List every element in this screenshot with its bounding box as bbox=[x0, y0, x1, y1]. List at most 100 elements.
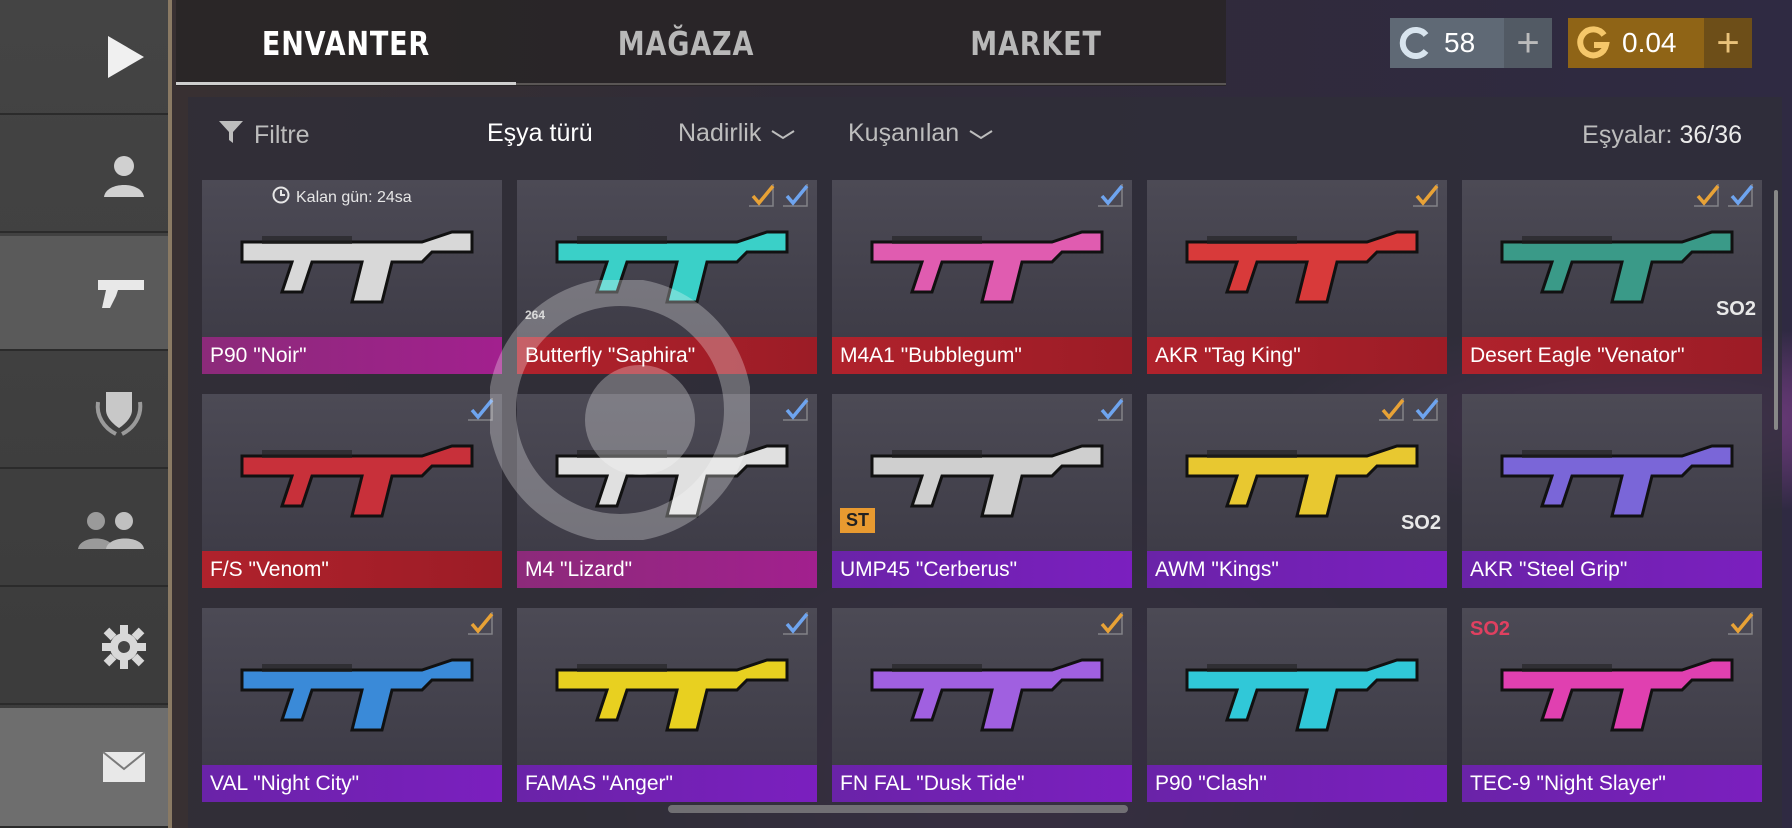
weapon-image bbox=[870, 444, 1104, 518]
item-card[interactable]: AKR "Tag King" bbox=[1147, 180, 1447, 374]
item-card[interactable]: M4A1 "Bubblegum" bbox=[832, 180, 1132, 374]
item-type-label: Eşya türü bbox=[487, 119, 593, 147]
item-badge: 264 bbox=[525, 308, 546, 322]
weapon-image bbox=[1500, 658, 1734, 732]
silver-coin-icon bbox=[1390, 18, 1440, 68]
weapon-image bbox=[870, 658, 1104, 732]
gold-coin-icon bbox=[1568, 18, 1618, 68]
weapon-image bbox=[1185, 230, 1419, 304]
item-name: P90 "Noir" bbox=[202, 337, 502, 374]
chevron-down-icon bbox=[771, 119, 795, 148]
gold-amount: 0.04 bbox=[1622, 27, 1677, 58]
item-card[interactable]: Kalan gün: 24sa P90 "Noir" bbox=[202, 180, 502, 374]
sidebar-item-settings[interactable] bbox=[0, 590, 168, 705]
item-badge: SO2 bbox=[1715, 298, 1756, 320]
friends-icon bbox=[76, 509, 146, 549]
gear-icon bbox=[102, 624, 146, 669]
item-name: Butterfly "Saphira" bbox=[517, 337, 817, 374]
sidebar-item-mail[interactable] bbox=[0, 708, 168, 828]
silver-amount: 58 bbox=[1444, 27, 1476, 58]
item-card[interactable]: SO2 TEC-9 "Night Slayer" bbox=[1462, 608, 1762, 802]
pistol-icon bbox=[96, 276, 146, 310]
item-card[interactable]: SO2 AWM "Kings" bbox=[1147, 394, 1447, 588]
item-card[interactable]: 264 Butterfly "Saphira" bbox=[517, 180, 817, 374]
rarity-dropdown[interactable]: Nadirlik bbox=[678, 119, 795, 148]
item-name: M4A1 "Bubblegum" bbox=[832, 337, 1132, 374]
top-tab-bar: ENVANTER MAĞAZA MARKET bbox=[176, 0, 1226, 86]
item-badge: SO2 bbox=[1400, 512, 1441, 534]
item-name: TEC-9 "Night Slayer" bbox=[1462, 765, 1762, 802]
equipped-check-blue-icon bbox=[1413, 398, 1439, 421]
user-icon bbox=[102, 153, 146, 197]
left-sidebar bbox=[0, 0, 172, 828]
item-card[interactable]: SO2 Desert Eagle "Venator" bbox=[1462, 180, 1762, 374]
shield-laurel-icon bbox=[92, 386, 146, 436]
weapon-image bbox=[1185, 658, 1419, 732]
expiry-timer-text: Kalan gün: 24sa bbox=[296, 188, 412, 206]
equipped-check-orange-icon bbox=[749, 184, 775, 207]
filter-label: Filtre bbox=[254, 121, 310, 149]
item-type-dropdown[interactable]: Eşya türü bbox=[487, 119, 593, 148]
item-card[interactable]: P90 "Clash" bbox=[1147, 608, 1447, 802]
sidebar-item-friends[interactable] bbox=[0, 472, 168, 587]
add-gold-button[interactable]: + bbox=[1704, 18, 1752, 68]
weapon-image bbox=[240, 658, 474, 732]
tab-inventory[interactable]: ENVANTER bbox=[207, 0, 486, 86]
sidebar-item-clan[interactable] bbox=[0, 354, 168, 469]
horizontal-scrollbar[interactable] bbox=[668, 805, 1128, 813]
silver-currency: 58 + bbox=[1390, 18, 1552, 68]
tab-store[interactable]: MAĞAZA bbox=[547, 0, 826, 86]
equipped-check-orange-icon bbox=[1098, 612, 1124, 635]
item-count-label: Eşyalar: bbox=[1582, 121, 1673, 149]
vertical-scrollbar[interactable] bbox=[1774, 190, 1778, 430]
equipped-check-blue-icon bbox=[783, 398, 809, 421]
filter-bar: Filtre Eşya türü Nadirlik Kuşanılan Eşya… bbox=[188, 97, 1782, 177]
item-badge: SO2 bbox=[1470, 618, 1511, 640]
item-card[interactable]: FN FAL "Dusk Tide" bbox=[832, 608, 1132, 802]
weapon-image bbox=[240, 230, 474, 304]
equipped-check-orange-icon bbox=[1413, 184, 1439, 207]
item-card[interactable]: F/S "Venom" bbox=[202, 394, 502, 588]
equipped-check-orange-icon bbox=[1728, 612, 1754, 635]
item-badge: ST bbox=[840, 508, 876, 533]
equipped-check-blue-icon bbox=[783, 612, 809, 635]
sidebar-item-profile[interactable] bbox=[0, 118, 168, 233]
play-icon bbox=[106, 34, 146, 80]
item-card[interactable]: M4 "Lizard" bbox=[517, 394, 817, 588]
item-count-value: 36/36 bbox=[1679, 121, 1742, 149]
weapon-image bbox=[555, 658, 789, 732]
equipped-check-orange-icon bbox=[1694, 184, 1720, 207]
active-tab-underline bbox=[176, 82, 516, 85]
item-name: Desert Eagle "Venator" bbox=[1462, 337, 1762, 374]
item-name: VAL "Night City" bbox=[202, 765, 502, 802]
weapon-image bbox=[1500, 444, 1734, 518]
envelope-icon bbox=[102, 751, 146, 783]
rarity-label: Nadirlik bbox=[678, 119, 762, 147]
item-name: UMP45 "Cerberus" bbox=[832, 551, 1132, 588]
item-name: F/S "Venom" bbox=[202, 551, 502, 588]
expiry-timer: Kalan gün: 24sa bbox=[272, 186, 412, 209]
item-name: AKR "Tag King" bbox=[1147, 337, 1447, 374]
sidebar-item-inventory[interactable] bbox=[0, 236, 168, 351]
add-silver-button[interactable]: + bbox=[1504, 18, 1552, 68]
equipped-check-orange-icon bbox=[468, 612, 494, 635]
weapon-image bbox=[1185, 444, 1419, 518]
item-name: FAMAS "Anger" bbox=[517, 765, 817, 802]
item-name: P90 "Clash" bbox=[1147, 765, 1447, 802]
equipped-dropdown[interactable]: Kuşanılan bbox=[848, 119, 993, 148]
tab-market[interactable]: MARKET bbox=[897, 0, 1176, 86]
equipped-check-blue-icon bbox=[783, 184, 809, 207]
weapon-image bbox=[870, 230, 1104, 304]
item-card[interactable]: VAL "Night City" bbox=[202, 608, 502, 802]
equipped-label: Kuşanılan bbox=[848, 119, 960, 147]
item-count: Eşyalar: 36/36 bbox=[1582, 121, 1742, 150]
item-name: AWM "Kings" bbox=[1147, 551, 1447, 588]
item-card[interactable]: ST UMP45 "Cerberus" bbox=[832, 394, 1132, 588]
sidebar-item-play[interactable] bbox=[0, 0, 168, 115]
item-card[interactable]: FAMAS "Anger" bbox=[517, 608, 817, 802]
weapon-image bbox=[240, 444, 474, 518]
filter-button[interactable]: Filtre bbox=[218, 119, 310, 152]
item-card[interactable]: AKR "Steel Grip" bbox=[1462, 394, 1762, 588]
gold-currency: 0.04 + bbox=[1568, 18, 1752, 68]
funnel-icon bbox=[218, 119, 244, 152]
